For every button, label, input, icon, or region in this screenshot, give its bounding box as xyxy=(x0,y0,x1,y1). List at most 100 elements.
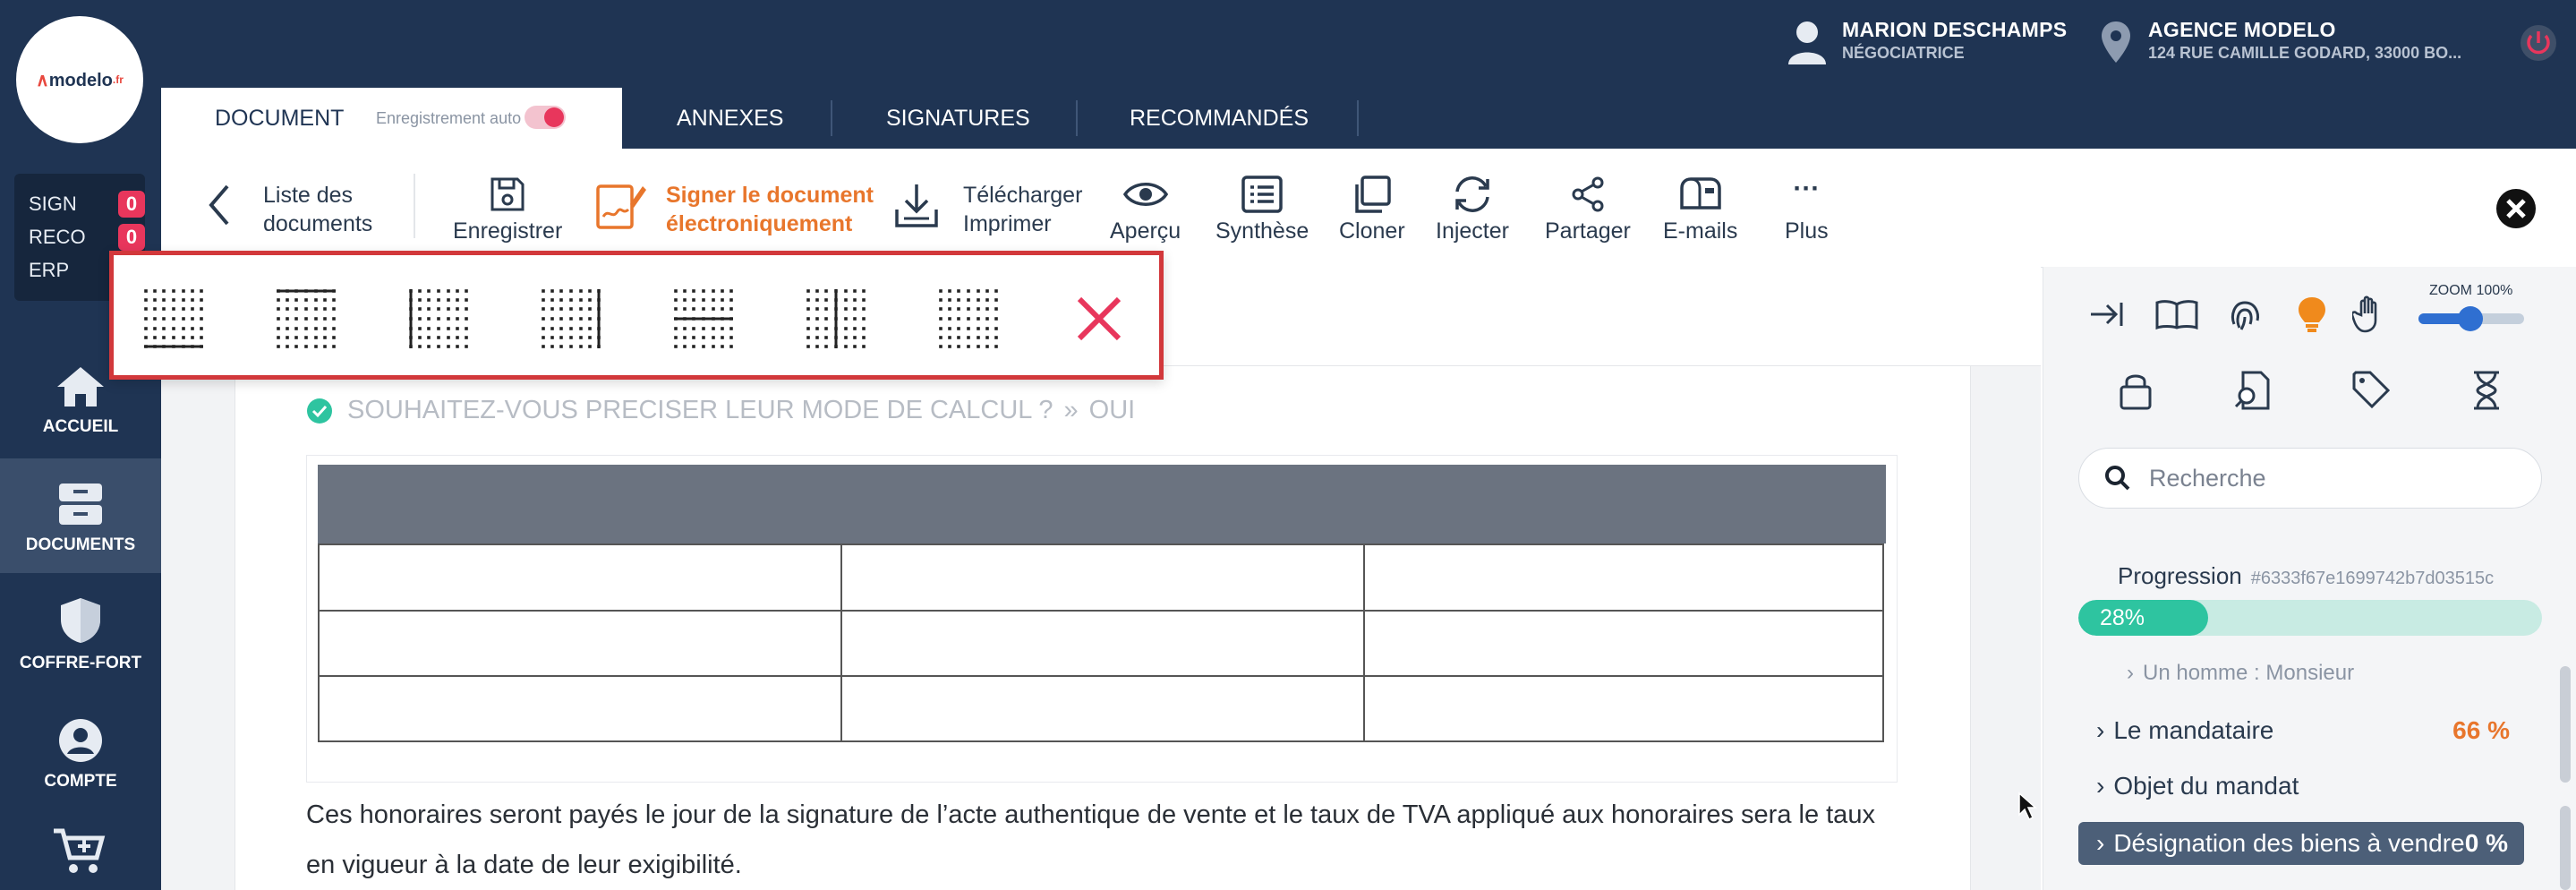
tips-button[interactable] xyxy=(2297,295,2327,338)
tree-item[interactable]: › Un homme : Monsieur xyxy=(2127,661,2354,686)
lock-icon xyxy=(2120,374,2152,410)
refresh-icon xyxy=(1455,176,1489,212)
chevron-right-icon: › xyxy=(2096,829,2105,857)
progress-header: Progression #6333f67e1699742b7d03515c xyxy=(2118,562,2494,590)
table-border-popup xyxy=(109,251,1164,380)
answer-text[interactable]: OUI xyxy=(1089,396,1136,425)
inject-label: Injecter xyxy=(1436,218,1509,244)
paragraph-line: en vigueur à la date de leur exigibilité… xyxy=(306,851,742,879)
sidebar-item-compte[interactable]: COMPTE xyxy=(0,695,161,809)
open-book-icon xyxy=(2155,300,2198,330)
sign-label-1: Signer le document xyxy=(666,183,874,208)
tree-item-selected[interactable]: › Désignation des biens à vendre 0 % xyxy=(2078,822,2524,865)
emails-button[interactable]: E-mails xyxy=(1663,175,1737,244)
border-none-button[interactable] xyxy=(934,284,1003,354)
double-chevron-icon: » xyxy=(1063,396,1079,424)
zoom-slider-handle[interactable] xyxy=(2458,306,2483,331)
progress-id: #6333f67e1699742b7d03515c xyxy=(2250,569,2495,588)
history-button[interactable] xyxy=(2472,371,2501,415)
logout-button[interactable] xyxy=(2519,23,2558,67)
tab-document[interactable]: DOCUMENT Enregistrement auto xyxy=(161,88,622,149)
arrow-to-end-icon xyxy=(2091,303,2123,326)
agency-info[interactable]: AGENCE MODELO 124 RUE CAMILLE GODARD, 33… xyxy=(2148,18,2461,63)
tab-label: RECOMMANDÉS xyxy=(1130,105,1309,131)
progress-bar: 28% xyxy=(2078,600,2542,636)
tab-signatures[interactable]: SIGNATURES xyxy=(886,88,1030,149)
more-button[interactable]: ··· Plus xyxy=(1785,175,1829,244)
agency-address: 124 RUE CAMILLE GODARD, 33000 BO... xyxy=(2148,44,2462,62)
clone-icon xyxy=(1355,175,1391,213)
question-text: SOUHAITEZ-VOUS PRECISER LEUR MODE DE CAL… xyxy=(347,396,1053,424)
documents-icon xyxy=(59,484,102,525)
border-left-icon xyxy=(409,289,468,348)
lock-button[interactable] xyxy=(2120,371,2152,415)
zoom-slider[interactable] xyxy=(2418,306,2524,331)
fingerprint-button[interactable] xyxy=(2227,297,2263,338)
counter-reco[interactable]: RECO 0 xyxy=(29,223,145,252)
border-left-button[interactable] xyxy=(404,284,473,354)
search-field[interactable]: Recherche xyxy=(2078,448,2542,509)
preview-button[interactable]: Aperçu xyxy=(1110,175,1181,244)
tag-icon xyxy=(2352,371,2391,409)
chevron-right-icon: › xyxy=(2096,716,2105,744)
sidebar-item-coffre-fort[interactable]: COFFRE-FORT xyxy=(0,577,161,691)
question-row: SOUHAITEZ-VOUS PRECISER LEUR MODE DE CAL… xyxy=(306,396,1135,425)
clone-button[interactable]: Cloner xyxy=(1339,175,1405,244)
progress-bar-fill: 28% xyxy=(2078,600,2209,636)
save-icon xyxy=(490,177,525,211)
summary-button[interactable]: Synthèse xyxy=(1215,175,1309,244)
sidebar-item-documents[interactable]: DOCUMENTS xyxy=(0,458,161,573)
download-icon xyxy=(895,184,938,227)
document-search-icon xyxy=(2234,371,2270,410)
close-popup-button[interactable] xyxy=(1064,284,1134,354)
scrollbar-thumb[interactable] xyxy=(2560,806,2571,890)
border-vertical-button[interactable] xyxy=(801,284,871,354)
cart-icon xyxy=(54,828,106,873)
inject-button[interactable]: Injecter xyxy=(1436,175,1509,244)
zoom-label: ZOOM 100% xyxy=(2429,283,2513,298)
border-right-button[interactable] xyxy=(536,284,606,354)
collapse-panel-button[interactable] xyxy=(2089,299,2125,334)
user-role: NÉGOCIATRICE xyxy=(1842,44,1965,62)
tab-annexes[interactable]: ANNEXES xyxy=(677,88,783,149)
border-top-button[interactable] xyxy=(271,284,341,354)
paragraph-line: Ces honoraires seront payés le jour de l… xyxy=(306,800,1875,829)
share-button[interactable]: Partager xyxy=(1545,175,1631,244)
scrollbar-thumb[interactable] xyxy=(2560,666,2571,783)
hand-tool-button[interactable] xyxy=(2350,295,2388,338)
counter-label: RECO xyxy=(29,226,86,248)
autosave-toggle[interactable] xyxy=(525,106,566,129)
back-button[interactable] xyxy=(206,183,233,232)
check-circle-icon xyxy=(307,398,332,424)
sidebar-item-cart[interactable] xyxy=(52,827,106,880)
print-label: Imprimer xyxy=(963,211,1052,236)
sidebar-item-label: COMPTE xyxy=(44,772,117,791)
counter-label: SIGN xyxy=(29,193,77,215)
document-search-button[interactable] xyxy=(2234,371,2273,415)
user-info[interactable]: MARION DESCHAMPS NÉGOCIATRICE xyxy=(1842,18,2067,63)
tag-button[interactable] xyxy=(2352,371,2391,413)
counter-sign[interactable]: SIGN 0 xyxy=(29,190,145,218)
border-bottom-button[interactable] xyxy=(139,284,209,354)
border-vertical-icon xyxy=(806,289,866,348)
tree-item[interactable]: › Le mandataire 66 % xyxy=(2096,716,2510,745)
table-row-divider xyxy=(320,675,1882,677)
table-container xyxy=(306,455,1898,783)
back-label-1: Liste des xyxy=(263,183,354,208)
tree-item-label: Un homme : Monsieur xyxy=(2143,661,2355,685)
lightbulb-icon xyxy=(2299,297,2325,332)
hourglass-icon xyxy=(2474,371,2499,410)
border-horizontal-button[interactable] xyxy=(669,284,738,354)
tab-label: SIGNATURES xyxy=(886,105,1030,131)
close-document-button[interactable] xyxy=(2495,188,2537,234)
book-button[interactable] xyxy=(2155,299,2198,334)
back-to-list-link[interactable]: Liste des documents xyxy=(263,181,372,238)
sidebar-item-label: ACCUEIL xyxy=(42,417,119,436)
tree-item[interactable]: › Objet du mandat xyxy=(2096,772,2299,800)
table-header xyxy=(318,465,1886,543)
save-button[interactable]: Enregistrer xyxy=(453,175,562,244)
app-logo[interactable]: ∧modelo .fr xyxy=(16,16,143,143)
tab-recommandes[interactable]: RECOMMANDÉS xyxy=(1130,88,1309,149)
sidebar-item-label: DOCUMENTS xyxy=(25,535,136,554)
logo-text: ∧modelo xyxy=(36,70,113,90)
